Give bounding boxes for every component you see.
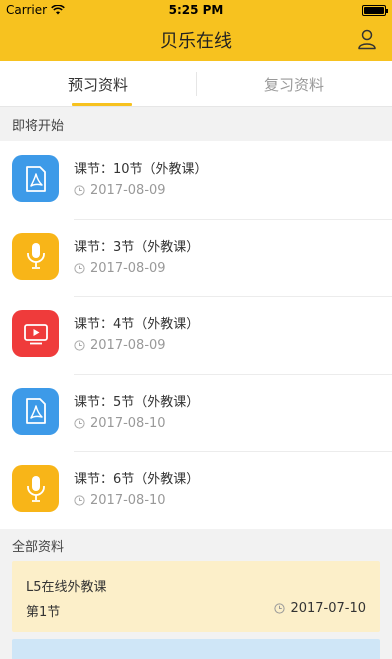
item-date: 2017-08-09 <box>74 338 166 353</box>
user-icon <box>358 29 376 50</box>
section-upcoming-heading: 即将开始 <box>0 108 392 140</box>
item-date: 2017-08-09 <box>74 261 166 276</box>
clock-icon <box>74 185 85 196</box>
date-text: 2017-08-10 <box>90 415 166 431</box>
pdf-icon <box>12 155 59 202</box>
list-item[interactable]: 课节：4节（外教课） 2017-08-09 <box>0 296 392 374</box>
list-item[interactable]: 课节：10节（外教课） 2017-08-09 <box>0 141 392 219</box>
item-date: 2017-08-10 <box>74 416 166 431</box>
microphone-icon <box>12 232 59 280</box>
item-title: 课节：6节（外教课） <box>74 472 200 487</box>
tab-bar: 预习资料 复习资料 <box>0 61 392 107</box>
microphone-icon <box>12 465 59 512</box>
video-icon <box>12 310 59 357</box>
date-text: 2017-08-09 <box>90 338 166 353</box>
item-title: 课节：4节（外教课） <box>74 317 200 332</box>
date-text: 2017-08-09 <box>90 183 166 198</box>
tab-review-materials[interactable]: 复习资料 <box>196 61 392 107</box>
clock-icon <box>274 603 286 614</box>
card-title: L5在线外教课 <box>26 580 107 595</box>
date-text: 2017-08-09 <box>90 260 166 276</box>
material-card[interactable] <box>12 639 380 659</box>
item-title: 课节：10节（外教课） <box>74 162 208 177</box>
clock-icon <box>74 340 85 351</box>
tab-label: 复习资料 <box>263 75 324 94</box>
item-title: 课节：5节（外教课） <box>74 394 200 410</box>
pdf-icon <box>12 387 59 435</box>
list-item[interactable]: 课节：3节（外教课） 2017-08-09 <box>0 218 392 297</box>
list-item[interactable]: 课节：6节（外教课） 2017-08-10 <box>0 451 392 529</box>
clock-icon <box>74 262 85 274</box>
date-text: 2017-08-10 <box>90 493 166 508</box>
item-date: 2017-08-10 <box>74 493 166 508</box>
profile-button[interactable] <box>356 28 378 50</box>
clock-icon <box>74 417 85 429</box>
date-text: 2017-07-10 <box>290 601 366 616</box>
app-header: Carrier 5:25 PM 贝乐在线 <box>0 0 392 61</box>
status-time: 5:25 PM <box>168 3 224 17</box>
item-date: 2017-08-09 <box>74 183 166 198</box>
card-lesson: 第1节 <box>26 605 61 620</box>
battery-icon <box>362 5 388 16</box>
tab-label: 预习资料 <box>67 75 128 94</box>
card-date: 2017-07-10 <box>274 601 366 616</box>
section-all-heading: 全部资料 <box>0 529 392 561</box>
page-title: 贝乐在线 <box>160 31 232 52</box>
list-item[interactable]: 课节：5节（外教课） 2017-08-10 <box>0 373 392 452</box>
clock-icon <box>74 495 85 506</box>
material-card[interactable]: L5在线外教课 第1节 2017-07-10 <box>12 561 380 632</box>
status-bar: Carrier 5:25 PM <box>0 0 392 20</box>
tab-preview-materials[interactable]: 预习资料 <box>0 61 196 107</box>
active-tab-indicator <box>72 103 132 106</box>
item-title: 课节：3节（外教课） <box>74 239 200 255</box>
upcoming-list: 课节：10节（外教课） 2017-08-09 课节：3节（外教课） 2017-0… <box>0 141 392 529</box>
